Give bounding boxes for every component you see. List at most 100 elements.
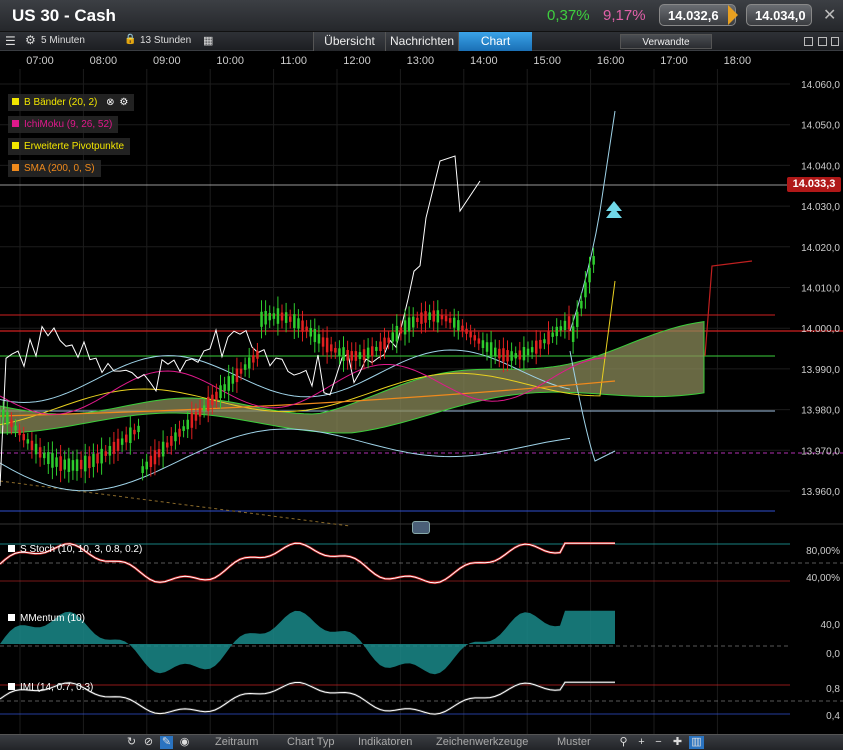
candle-body — [387, 337, 390, 343]
bollinger-upper-spike — [569, 110, 616, 332]
candle-body — [47, 452, 50, 465]
candle-body — [305, 326, 308, 332]
indicator-label-momentum: MMentum (10) — [8, 613, 85, 624]
candle-body — [207, 396, 210, 412]
restore-icon[interactable] — [831, 37, 839, 46]
candle-body — [198, 407, 202, 417]
eye-icon[interactable]: ◉ — [178, 736, 191, 749]
tab-news[interactable]: Nachrichten — [385, 32, 458, 51]
chart-area[interactable]: 07:00 08:00 09:00 10:00 11:00 12:00 13:00 14:00… — [0, 51, 843, 735]
time-label: 13:00 — [407, 55, 435, 67]
candle-body — [264, 310, 267, 325]
price-label: 13.970,0 — [801, 446, 840, 457]
candle-body — [514, 353, 517, 359]
candle-body — [563, 320, 567, 331]
menu-drawing-tools[interactable]: Zeichenwerkzeuge — [436, 736, 528, 748]
zoom-in-icon[interactable]: + — [635, 736, 648, 749]
tab-overview[interactable]: Übersicht — [313, 32, 385, 51]
legend-swatch — [12, 142, 19, 149]
candle-body — [379, 341, 382, 352]
candle-body — [457, 320, 460, 331]
buy-price-button[interactable]: 14.034,0 — [746, 4, 812, 26]
indicator-label-imi: IMI (14, 0.7, 0.3) — [8, 682, 93, 693]
related-button[interactable]: Verwandte — [620, 34, 712, 49]
legend-label: SMA (200, 0, S) — [24, 163, 95, 174]
close-icon[interactable]: ✕ — [823, 5, 836, 25]
candle-body — [96, 453, 99, 464]
candle-body — [100, 448, 103, 464]
chart-settings-icon[interactable]: ▥ — [689, 736, 704, 749]
signal-arrow-icon — [606, 201, 622, 218]
no-icon[interactable]: ⊘ — [142, 736, 155, 749]
legend-bollinger[interactable]: B Bänder (20, 2) ⊗ ⚙ — [8, 94, 135, 111]
candle-body — [494, 347, 497, 356]
zoom-icon[interactable]: ⚲ — [617, 736, 630, 749]
candle-body — [137, 425, 140, 433]
candle-body — [51, 452, 54, 468]
candle-body — [399, 327, 403, 334]
candle-body — [178, 428, 181, 437]
time-label: 12:00 — [343, 55, 371, 67]
price-label: 14.060,0 — [801, 80, 840, 91]
candle-body — [161, 441, 165, 457]
crosshair-icon[interactable]: ✚ — [671, 736, 684, 749]
candle-body — [14, 425, 17, 431]
menu-indicators[interactable]: Indikatoren — [358, 736, 412, 748]
candle-body — [354, 351, 358, 361]
candle-body — [489, 342, 493, 357]
tab-chart[interactable]: Chart — [458, 32, 532, 51]
price-label: 13.990,0 — [801, 365, 840, 376]
candle-body — [239, 368, 243, 374]
candle-body — [453, 317, 456, 328]
candle-body — [416, 317, 419, 323]
price-label: 13.980,0 — [801, 406, 840, 417]
pane-resize-handle[interactable] — [412, 521, 430, 534]
candle-body — [227, 376, 230, 391]
yearly-change: 9,17% — [603, 7, 646, 24]
candle-body — [346, 349, 349, 361]
interval-select[interactable]: 5 Minuten — [41, 35, 85, 46]
remove-icon[interactable]: ⊗ — [106, 97, 114, 108]
buy-price: 14.034,0 — [755, 8, 806, 23]
candle-body — [63, 459, 66, 470]
candle-body — [473, 335, 476, 341]
sell-price-button[interactable]: 14.032,6 — [659, 4, 736, 26]
settings-icon[interactable]: ⚙ — [119, 97, 128, 108]
refresh-icon[interactable]: ↻ — [125, 736, 138, 749]
label-text: MMentum (10) — [20, 613, 86, 624]
zoom-out-icon[interactable]: − — [652, 736, 665, 749]
current-price-marker: 14.033,3 — [787, 177, 841, 192]
candle-body — [543, 339, 546, 344]
calendar-icon[interactable]: ▦ — [203, 34, 213, 47]
candle-body — [567, 316, 571, 330]
list-icon[interactable]: ☰ — [5, 34, 16, 48]
candle-body — [436, 310, 440, 323]
legend-sma[interactable]: SMA (200, 0, S) — [8, 160, 101, 177]
maximize-icon[interactable] — [818, 37, 827, 46]
candle-body — [592, 256, 595, 265]
candle-body — [2, 409, 5, 418]
menu-period[interactable]: Zeitraum — [215, 736, 258, 748]
minimize-icon[interactable] — [804, 37, 813, 46]
price-label: 14.000,0 — [801, 324, 840, 335]
range-select[interactable]: 13 Stunden — [140, 35, 191, 46]
candle-body — [88, 456, 91, 469]
candle-body — [485, 342, 489, 352]
time-label: 11:00 — [280, 55, 307, 67]
candle-body — [334, 348, 337, 353]
gear-icon[interactable]: ⚙ — [25, 33, 36, 47]
candle-body — [186, 419, 189, 430]
menu-chart-type[interactable]: Chart Typ — [287, 736, 335, 748]
candle-body — [371, 346, 374, 357]
time-label: 08:00 — [90, 55, 118, 67]
legend-ichimoku[interactable]: IchiMoku (9, 26, 52) — [8, 116, 119, 133]
legend-pivot[interactable]: Erweiterte Pivotpunkte — [8, 138, 131, 155]
candle-body — [18, 430, 21, 436]
candle-body — [215, 391, 218, 400]
forward-line — [704, 260, 753, 357]
menu-patterns[interactable]: Muster — [557, 736, 591, 748]
candle-body — [498, 348, 501, 359]
swatch — [8, 614, 15, 621]
candle-body — [43, 452, 46, 459]
pencil-icon[interactable]: ✎ — [160, 736, 173, 749]
